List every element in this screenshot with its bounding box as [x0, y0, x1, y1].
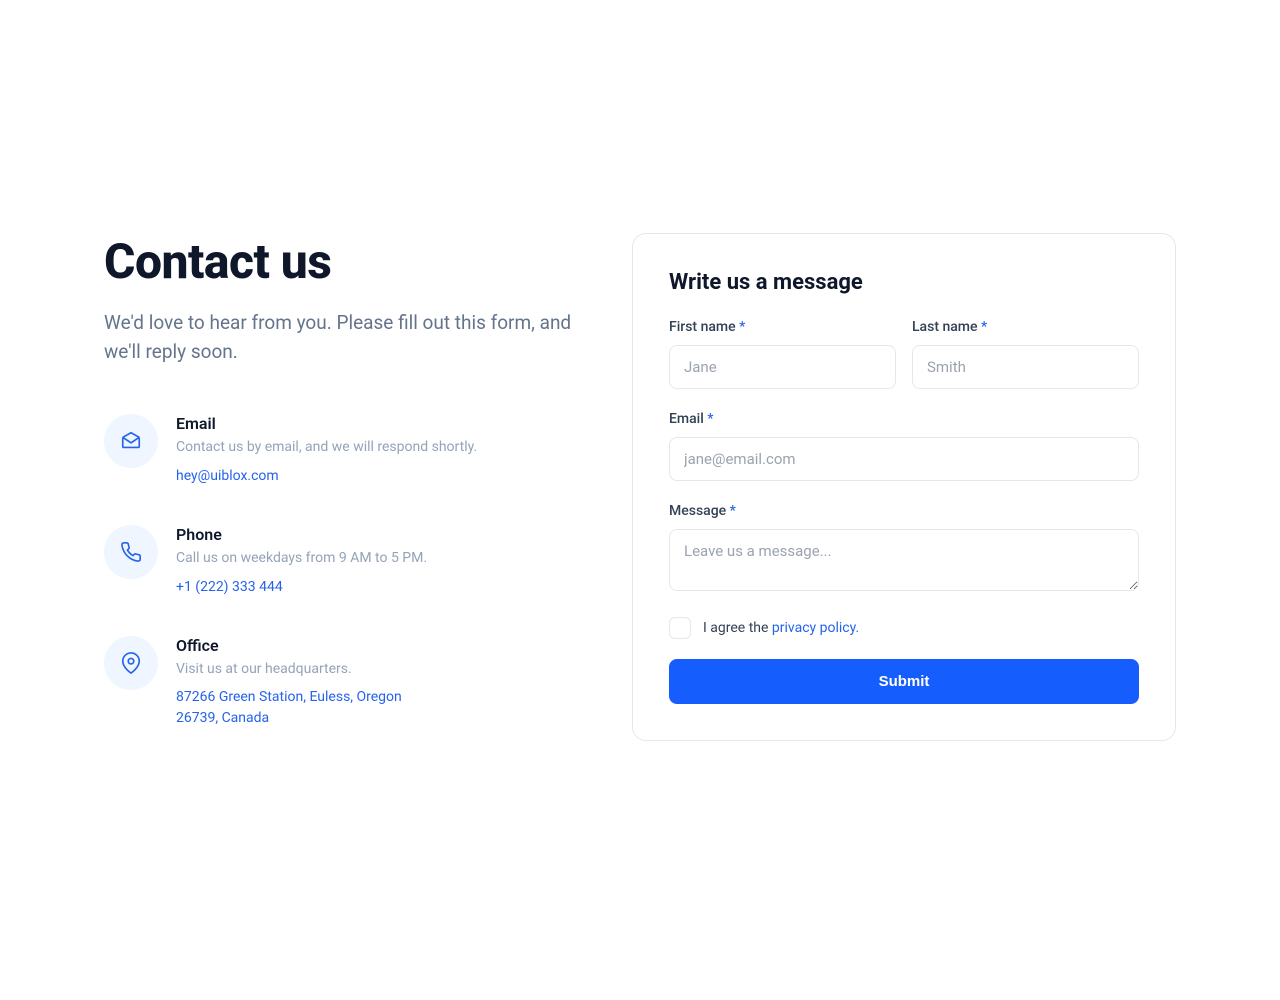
submit-button[interactable]: Submit [669, 659, 1139, 704]
email-label: Email * [669, 411, 1139, 427]
phone-link[interactable]: +1 (222) 333 444 [176, 577, 283, 598]
message-textarea[interactable] [669, 529, 1139, 591]
page-title: Contact us [104, 233, 584, 290]
email-input[interactable] [669, 437, 1139, 481]
agree-checkbox[interactable] [669, 617, 691, 639]
agree-text: I agree the privacy policy. [703, 620, 859, 636]
office-title: Office [176, 636, 402, 655]
email-title: Email [176, 414, 477, 433]
office-address-link[interactable]: 87266 Green Station, Euless, Oregon 2673… [176, 687, 402, 729]
contact-form-card: Write us a message First name * Last nam… [632, 233, 1176, 741]
office-desc: Visit us at our headquarters. [176, 661, 402, 677]
envelope-icon [104, 414, 158, 468]
page-subtitle: We'd love to hear from you. Please fill … [104, 308, 574, 367]
first-name-label: First name * [669, 319, 896, 335]
form-title: Write us a message [669, 270, 1139, 295]
last-name-input[interactable] [912, 345, 1139, 389]
contact-email-item: Email Contact us by email, and we will r… [104, 414, 584, 487]
last-name-label: Last name * [912, 319, 1139, 335]
office-line1: 87266 Green Station, Euless, Oregon [176, 689, 402, 705]
email-desc: Contact us by email, and we will respond… [176, 439, 477, 455]
phone-title: Phone [176, 525, 427, 544]
message-label: Message * [669, 503, 1139, 519]
email-link[interactable]: hey@uiblox.com [176, 466, 279, 487]
contact-phone-item: Phone Call us on weekdays from 9 AM to 5… [104, 525, 584, 598]
privacy-policy-link[interactable]: privacy policy. [772, 620, 859, 636]
map-pin-icon [104, 636, 158, 690]
phone-icon [104, 525, 158, 579]
contact-office-item: Office Visit us at our headquarters. 872… [104, 636, 584, 729]
office-line2: 26739, Canada [176, 710, 269, 726]
first-name-input[interactable] [669, 345, 896, 389]
phone-desc: Call us on weekdays from 9 AM to 5 PM. [176, 550, 427, 566]
